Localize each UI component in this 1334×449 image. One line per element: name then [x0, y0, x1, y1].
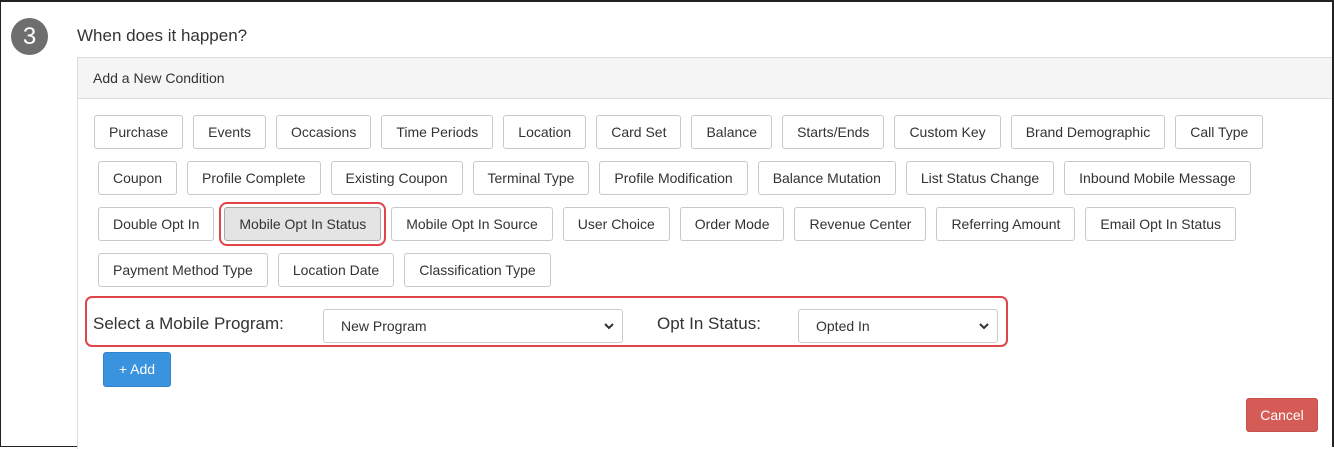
condition-button-revenue-center[interactable]: Revenue Center — [794, 207, 927, 241]
condition-button-card-set[interactable]: Card Set — [596, 115, 682, 149]
condition-button-coupon[interactable]: Coupon — [98, 161, 178, 195]
condition-button-balance[interactable]: Balance — [691, 115, 773, 149]
condition-button-terminal-type[interactable]: Terminal Type — [472, 161, 590, 195]
opt-in-status-value: Opted In — [816, 318, 870, 334]
condition-button-row: Double Opt In Mobile Opt In Status Mobile … — [98, 202, 1236, 246]
condition-button-mobile-opt-in-source[interactable]: Mobile Opt In Source — [391, 207, 553, 241]
condition-button-occasions[interactable]: Occasions — [275, 115, 372, 149]
condition-button-profile-complete[interactable]: Profile Complete — [187, 161, 321, 195]
mobile-program-select[interactable]: New Program — [323, 309, 623, 343]
mobile-program-value: New Program — [341, 318, 427, 334]
step-number-badge: 3 — [11, 18, 48, 55]
condition-button-double-opt-in[interactable]: Double Opt In — [98, 207, 215, 241]
condition-button-inbound-mobile-message[interactable]: Inbound Mobile Message — [1064, 161, 1251, 195]
condition-button-user-choice[interactable]: User Choice — [562, 207, 670, 241]
chevron-down-icon — [604, 323, 614, 330]
condition-button-custom-key[interactable]: Custom Key — [894, 115, 1001, 149]
condition-button-location-date[interactable]: Location Date — [277, 253, 395, 287]
mobile-program-label: Select a Mobile Program: — [93, 314, 284, 333]
condition-button-order-mode[interactable]: Order Mode — [679, 207, 785, 241]
condition-button-profile-modification[interactable]: Profile Modification — [599, 161, 748, 195]
condition-button-payment-method-type[interactable]: Payment Method Type — [98, 253, 268, 287]
condition-button-mobile-opt-in-status[interactable]: Mobile Opt In Status — [219, 202, 387, 246]
condition-button-balance-mutation[interactable]: Balance Mutation — [757, 161, 896, 195]
add-condition-button[interactable]: + Add — [103, 352, 171, 387]
step-title: When does it happen? — [77, 26, 248, 45]
condition-button-row: Payment Method Type Location Date Classifi… — [98, 253, 551, 287]
condition-button-time-periods[interactable]: Time Periods — [381, 115, 494, 149]
cancel-button[interactable]: Cancel — [1246, 398, 1318, 432]
opt-in-status-select[interactable]: Opted In — [798, 309, 998, 343]
condition-button-brand-demographic[interactable]: Brand Demographic — [1010, 115, 1166, 149]
condition-button-referring-amount[interactable]: Referring Amount — [936, 207, 1076, 241]
condition-button-email-opt-in-status[interactable]: Email Opt In Status — [1085, 207, 1236, 241]
condition-button-existing-coupon[interactable]: Existing Coupon — [330, 161, 463, 195]
condition-button-classification-type[interactable]: Classification Type — [404, 253, 551, 287]
condition-button-events[interactable]: Events — [193, 115, 266, 149]
condition-button-starts-ends[interactable]: Starts/Ends — [782, 115, 885, 149]
condition-button-purchase[interactable]: Purchase — [94, 115, 184, 149]
condition-button-list-status-change[interactable]: List Status Change — [905, 161, 1055, 195]
condition-button-call-type[interactable]: Call Type — [1175, 115, 1264, 149]
condition-button-location[interactable]: Location — [503, 115, 587, 149]
chevron-down-icon — [979, 323, 989, 330]
opt-in-status-label: Opt In Status: — [657, 314, 761, 333]
condition-button-row: Purchase Events Occasions Time Periods Locat… — [94, 115, 1264, 149]
panel-heading: Add a New Condition — [78, 58, 1332, 99]
condition-button-row: Coupon Profile Complete Existing Coupon Ter… — [98, 161, 1251, 195]
